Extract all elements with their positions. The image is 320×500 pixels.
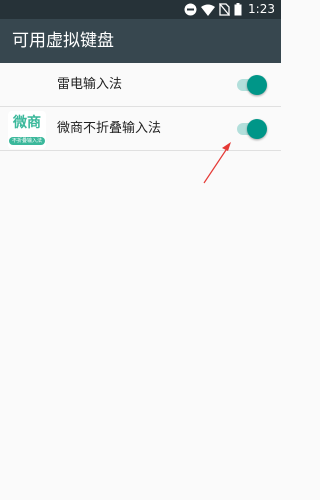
annotation-arrow-icon bbox=[203, 142, 231, 184]
